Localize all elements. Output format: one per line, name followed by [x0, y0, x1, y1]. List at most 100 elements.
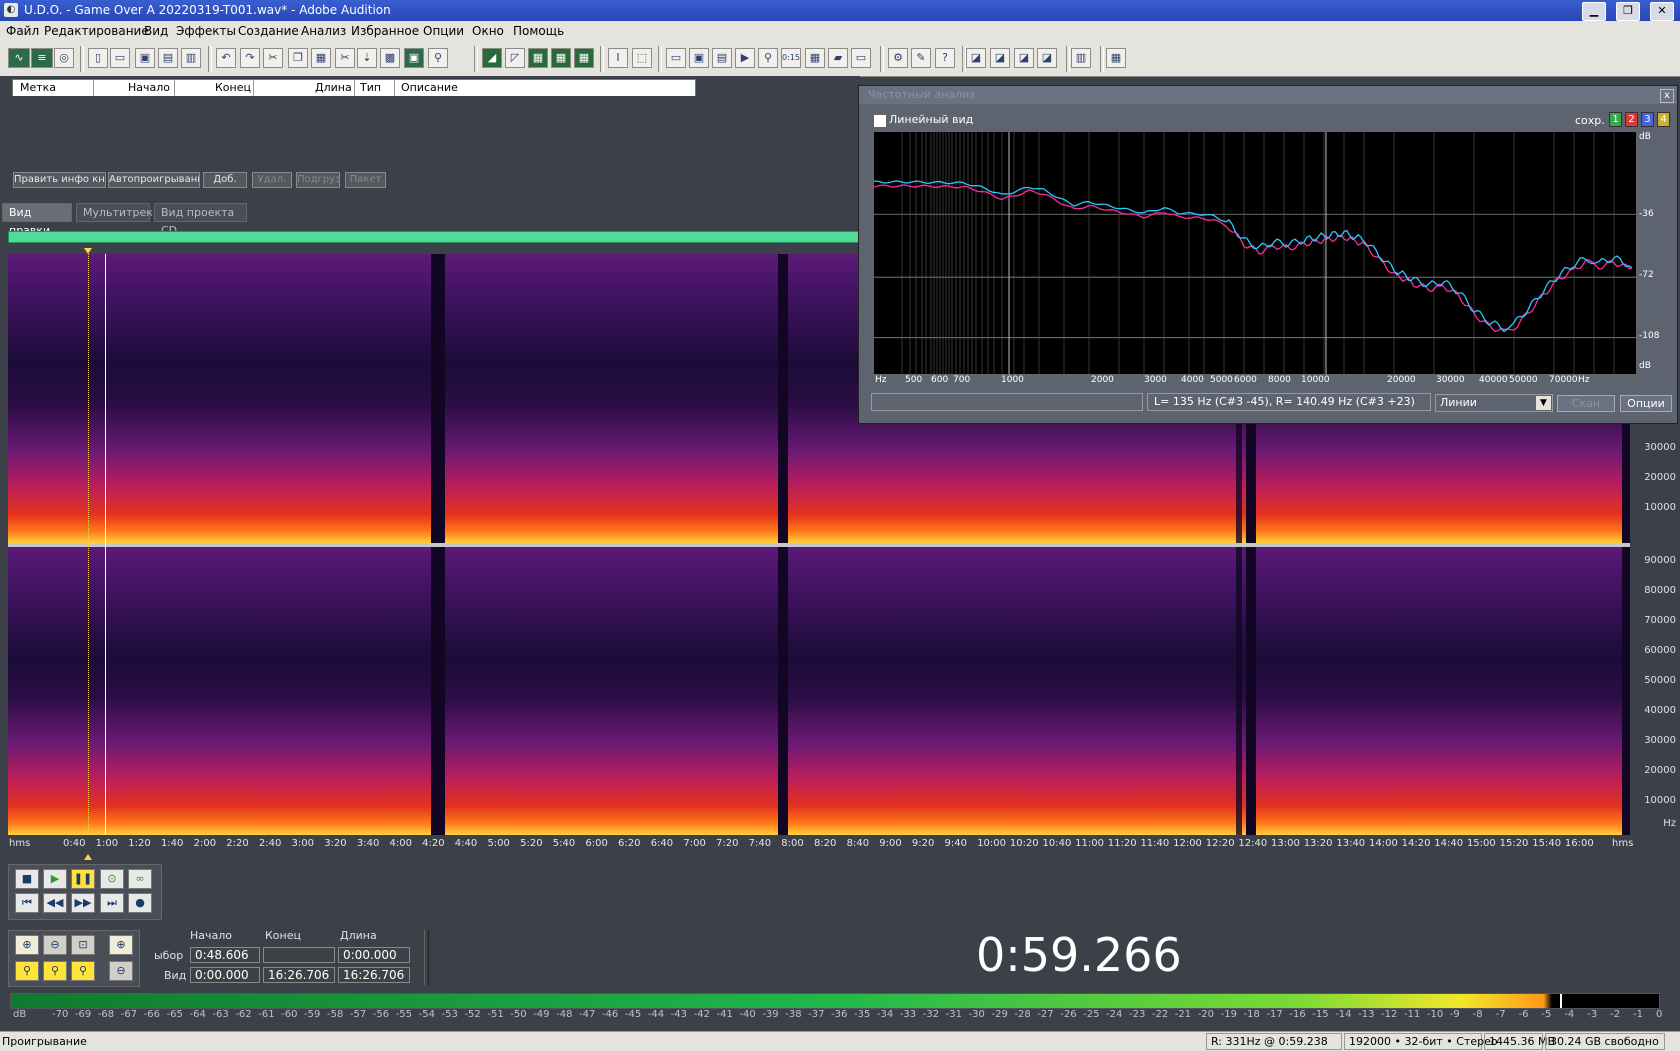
save-slot-2[interactable]: 2 — [1625, 112, 1638, 127]
time-selection-tool-icon[interactable]: I — [608, 48, 628, 68]
menu-edit[interactable]: Редактирование — [44, 24, 149, 38]
view-start-field[interactable]: 0:00.000 — [190, 967, 260, 983]
zoom-panel-icon[interactable]: ⚲ — [758, 48, 778, 68]
close-icon[interactable]: x — [1660, 89, 1674, 103]
tab-cd-project[interactable]: Вид проекта CD — [154, 203, 247, 237]
play-to-end-button[interactable]: ⊙ — [100, 869, 124, 889]
status-format[interactable]: 192000 • 32-бит • Стерео — [1344, 1033, 1498, 1050]
loop-button[interactable]: ∞ — [128, 869, 152, 889]
menu-analyze[interactable]: Анализ — [301, 24, 346, 38]
save-all-icon[interactable]: ▤ — [158, 48, 178, 68]
restore-button[interactable]: ❐ — [1616, 2, 1640, 21]
chevron-down-icon[interactable]: ▼ — [1536, 396, 1551, 410]
menu-view[interactable]: Вид — [144, 24, 168, 38]
view-length-field[interactable]: 16:26.706 — [338, 967, 410, 983]
level-meter[interactable] — [10, 993, 1660, 1009]
add-cue-button[interactable]: Доб. — [203, 172, 247, 188]
panel-divider[interactable] — [424, 930, 429, 985]
selection-end-field[interactable] — [263, 947, 335, 963]
options-button[interactable]: Опции — [1620, 395, 1672, 412]
settings-icon[interactable]: ⚙ — [888, 48, 908, 68]
view-end-field[interactable]: 16:26.706 — [263, 967, 335, 983]
overview-bar[interactable] — [8, 231, 862, 243]
copy-icon[interactable]: ❐ — [288, 48, 308, 68]
paste-new-icon[interactable]: ▩ — [380, 48, 400, 68]
transport-icon[interactable]: ▶ — [735, 48, 755, 68]
rewind-button[interactable]: ◀◀ — [43, 893, 67, 913]
status-icon[interactable]: ▭ — [851, 48, 871, 68]
column-divider[interactable] — [174, 80, 175, 96]
play-button[interactable]: ▶ — [43, 869, 67, 889]
record-button[interactable]: ● — [128, 893, 152, 913]
cd-extract-icon[interactable]: ◪ — [1014, 48, 1034, 68]
save-slot-3[interactable]: 3 — [1641, 112, 1654, 127]
tab-edit-view[interactable]: Вид правки — [2, 203, 72, 237]
time-ruler[interactable]: hms 0:40 1:00 1:20 1:40 2:00 2:20 2:40 3:00 3:20… — [0, 835, 1680, 852]
frequency-input-field[interactable] — [871, 393, 1143, 411]
save-icon[interactable]: ▣ — [135, 48, 155, 68]
load-cue-button[interactable]: Подгруз. — [296, 172, 340, 188]
paste-icon[interactable]: ▦ — [311, 48, 331, 68]
help-icon[interactable]: ? — [935, 48, 955, 68]
zoom-out-icon[interactable]: ⊖ — [43, 935, 67, 955]
column-start[interactable]: Начало — [128, 81, 170, 94]
scan-button[interactable]: Скан — [1557, 395, 1615, 412]
frequency-plot[interactable] — [873, 131, 1637, 375]
column-divider[interactable] — [93, 80, 94, 96]
zoom-right-icon[interactable]: ⚲ — [43, 961, 67, 981]
spectral-freq-icon[interactable]: ▦ — [574, 48, 594, 68]
zoom-vertical-out-icon[interactable]: ⊖ — [109, 961, 133, 981]
frequency-analysis-titlebar[interactable]: Частотный анализ x — [859, 86, 1677, 104]
display-mode-select[interactable]: Линии ▼ — [1435, 394, 1553, 412]
cut-icon[interactable]: ✂ — [335, 48, 355, 68]
scripts-icon[interactable]: ✎ — [911, 48, 931, 68]
column-type[interactable]: Тип — [360, 81, 381, 94]
zoom-full-icon[interactable]: ⊡ — [71, 935, 95, 955]
save-slot-1[interactable]: 1 — [1609, 112, 1622, 127]
window-icon[interactable]: ▭ — [666, 48, 686, 68]
files-icon[interactable]: ▣ — [689, 48, 709, 68]
zoom-left-icon[interactable]: ⚲ — [15, 961, 39, 981]
multitrack-view-icon[interactable]: ≡ — [31, 48, 53, 68]
mix-paste-icon[interactable]: ⇣ — [357, 48, 377, 68]
menu-help[interactable]: Помощь — [513, 24, 564, 38]
selection-start-field[interactable]: 0:48.606 — [190, 947, 260, 963]
zoom-in-icon[interactable]: ⊕ — [15, 935, 39, 955]
mixer-icon[interactable]: ▦ — [1106, 48, 1126, 68]
time-panel-icon[interactable]: 0:15 — [781, 48, 801, 68]
column-divider[interactable] — [354, 80, 355, 96]
cd-write-icon[interactable]: ◪ — [1037, 48, 1057, 68]
menu-window[interactable]: Окно — [472, 24, 504, 38]
fast-forward-button[interactable]: ▶▶ — [71, 893, 95, 913]
column-description[interactable]: Описание — [401, 81, 458, 94]
menu-generate[interactable]: Создание — [238, 24, 299, 38]
close-button[interactable]: ✕ — [1650, 2, 1674, 21]
go-to-end-button[interactable]: ⏭ — [100, 893, 124, 913]
new-file-icon[interactable]: ▯ — [88, 48, 108, 68]
stop-button[interactable]: ■ — [15, 869, 39, 889]
delete-cue-button[interactable]: Удал. — [252, 172, 292, 188]
trim-icon[interactable]: ▣ — [404, 48, 424, 68]
column-end[interactable]: Конец — [215, 81, 251, 94]
selection-length-field[interactable]: 0:00.000 — [338, 947, 410, 963]
cd-burn-icon[interactable]: ◪ — [966, 48, 986, 68]
menu-file[interactable]: Файл — [6, 24, 39, 38]
open-file-icon[interactable]: ▭ — [110, 48, 130, 68]
zero-cross-icon[interactable]: ⚲ — [428, 48, 448, 68]
edit-info-button[interactable]: Править инфо книг — [13, 172, 106, 188]
cursor-line[interactable] — [105, 254, 106, 835]
spectrogram-right-channel[interactable] — [8, 547, 1630, 835]
cue-list-body[interactable] — [12, 96, 860, 168]
go-to-start-button[interactable]: ⏮ — [15, 893, 39, 913]
effects-icon[interactable]: ▤ — [712, 48, 732, 68]
tab-multitrack[interactable]: Мультитрек — [76, 203, 153, 222]
level-meter-icon[interactable]: ▰ — [828, 48, 848, 68]
save-slot-4[interactable]: 4 — [1657, 112, 1670, 127]
marquee-tool-icon[interactable]: ⬚ — [632, 48, 652, 68]
column-label[interactable]: Метка — [20, 81, 56, 94]
spectral-pan-icon[interactable]: ▦ — [528, 48, 548, 68]
pause-button[interactable]: ❚❚ — [71, 869, 95, 889]
column-divider[interactable] — [394, 80, 395, 96]
waveform-display-icon[interactable]: ◸ — [505, 48, 525, 68]
menu-effects[interactable]: Эффекты — [176, 24, 236, 38]
